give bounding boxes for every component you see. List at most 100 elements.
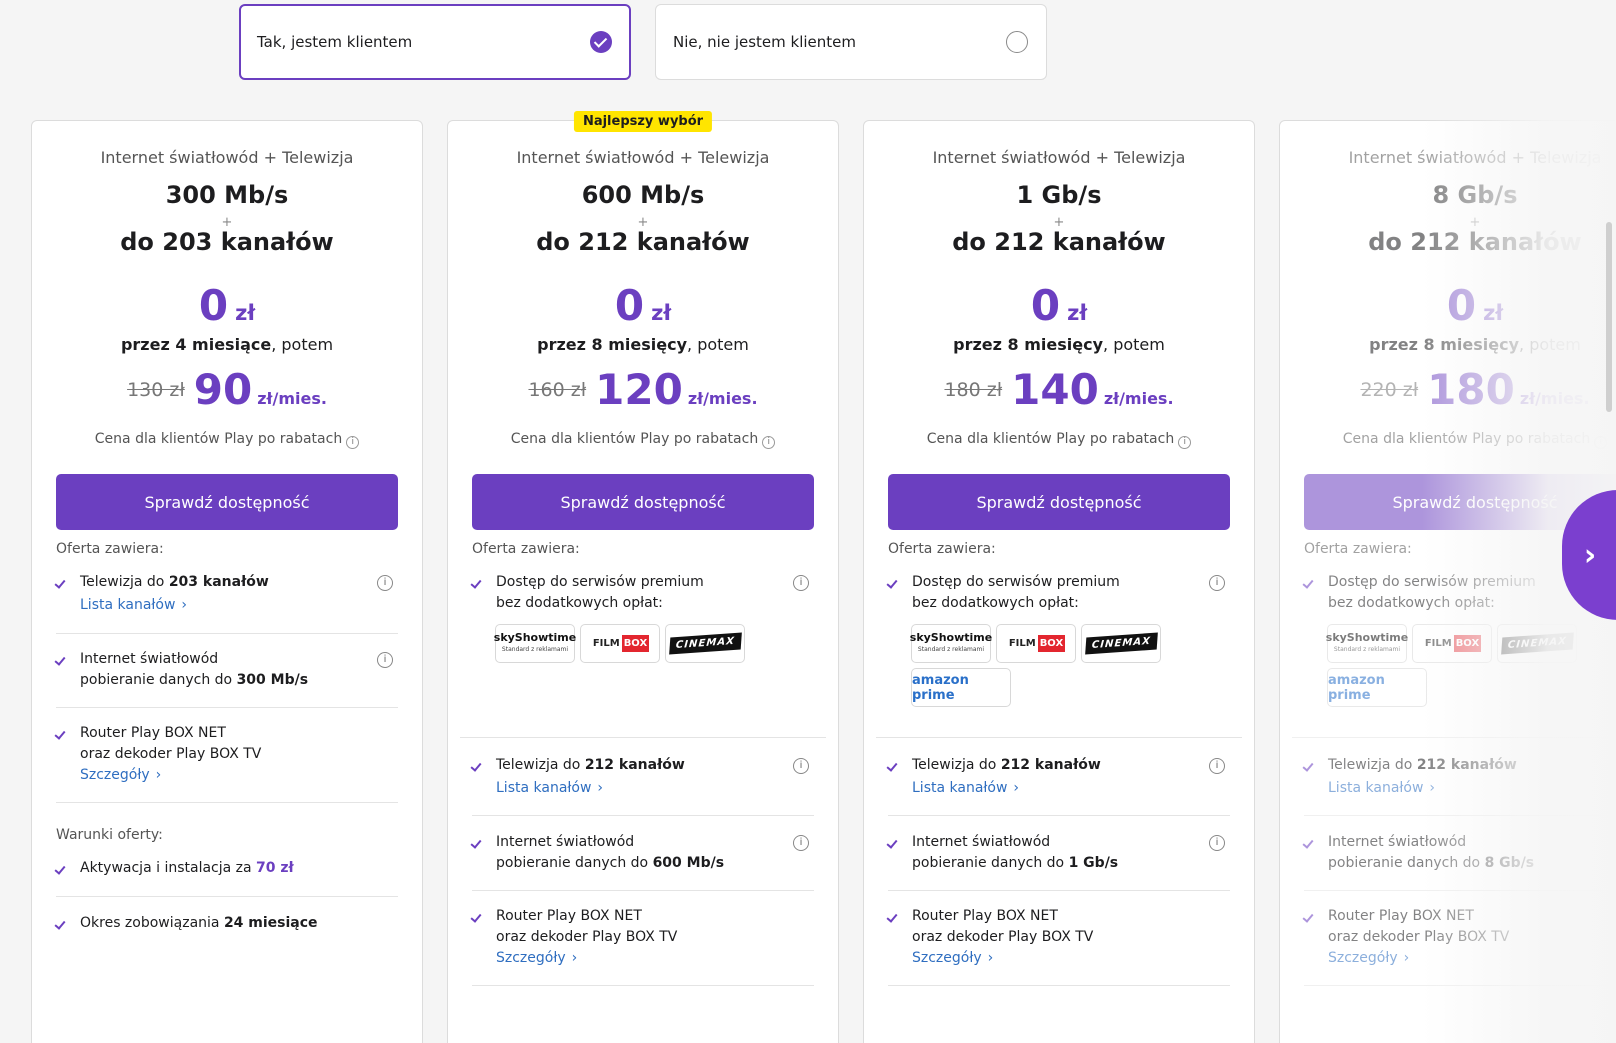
premium-line2: bez dodatkowych opłat: <box>496 595 663 611</box>
check-icon <box>886 837 898 849</box>
customer-no-option[interactable]: Nie, nie jestem klientem <box>655 4 1047 80</box>
regular-price: 180 zł 140 zł/mies. <box>864 365 1254 414</box>
promo-price-value: 0 <box>1030 281 1061 330</box>
price-unit: zł/mies. <box>1103 389 1174 408</box>
sky-logo-subtext: Standard z reklamami <box>917 645 985 653</box>
price-note: Cena dla klientów Play po rabatach i <box>864 431 1254 449</box>
check-icon <box>54 918 66 930</box>
promo-period-after: , potem <box>271 335 334 354</box>
promo-price-unit: zł <box>651 301 672 325</box>
check-icon <box>886 911 898 923</box>
sky-showtime-logo: skyShowtime Standard z reklamami <box>910 624 992 663</box>
old-price: 180 zł <box>944 379 1003 401</box>
filmbox-text-b: BOX <box>621 635 650 652</box>
promo-price-unit: zł <box>235 301 256 325</box>
offer-speed: 1 Gb/s <box>1016 181 1102 209</box>
check-icon <box>470 577 482 589</box>
check-icon <box>886 760 898 772</box>
check-icon <box>1302 837 1314 849</box>
feature-router-line1: Router Play BOX NET <box>496 908 642 924</box>
customer-yes-label: Tak, jestem klientem <box>257 33 413 51</box>
info-icon[interactable]: i <box>762 436 776 449</box>
feature-internet-prefix: pobieranie danych do <box>912 855 1069 871</box>
feature-internet-bold: 600 Mb/s <box>652 855 725 871</box>
regular-price: 220 zł 180 zł/mies. <box>1280 365 1616 414</box>
price-note: Cena dla klientów Play po rabatach i <box>448 431 838 449</box>
feature-internet-prefix: pobieranie danych do <box>80 672 237 688</box>
feature-tv-prefix: Telewizja do <box>1328 757 1417 773</box>
new-price: 90 <box>193 365 253 414</box>
info-icon[interactable]: i <box>1594 436 1608 449</box>
info-icon[interactable]: i <box>1209 758 1225 774</box>
check-icon <box>54 863 66 875</box>
check-icon <box>1302 577 1314 589</box>
check-availability-button[interactable]: Sprawdź dostępność <box>888 474 1230 530</box>
chevron-right-icon: › <box>1583 537 1597 573</box>
feature-tv-bold: 203 kanałów <box>168 574 269 590</box>
info-icon[interactable]: i <box>377 652 393 668</box>
feature-premium: Dostęp do serwisów premium bez dodatkowy… <box>470 572 814 614</box>
channel-list-link[interactable]: Lista kanałów <box>912 780 1019 796</box>
channel-list-link[interactable]: Lista kanałów <box>1328 780 1435 796</box>
details-link[interactable]: Szczegóły <box>1328 950 1409 966</box>
divider <box>472 890 814 891</box>
divider <box>56 707 398 708</box>
filmbox-logo: FILM BOX <box>1412 624 1492 663</box>
feature-router-line1: Router Play BOX NET <box>1328 908 1474 924</box>
cinemax-text: CINEMAX <box>1500 632 1574 655</box>
price-unit: zł/mies. <box>687 389 758 408</box>
details-link[interactable]: Szczegóły <box>496 950 577 966</box>
info-icon[interactable]: i <box>1178 436 1192 449</box>
feature-internet: Internet światłowód pobieranie danych do… <box>54 649 398 691</box>
info-icon[interactable]: i <box>346 436 360 449</box>
premium-logos: skyShowtime Standard z reklamami FILM BOX … <box>1326 624 1616 707</box>
info-icon[interactable]: i <box>793 758 809 774</box>
premium-line1: Dostęp do serwisów premium <box>496 574 704 590</box>
check-icon <box>470 911 482 923</box>
check-icon <box>1302 911 1314 923</box>
divider <box>1292 737 1616 738</box>
feature-router-line2: oraz dekoder Play BOX TV <box>496 929 678 945</box>
promo-period-after: , potem <box>1519 335 1581 354</box>
filmbox-text-b: BOX <box>1037 635 1066 652</box>
scrollbar-thumb[interactable] <box>1606 222 1612 412</box>
check-icon <box>886 577 898 589</box>
check-icon <box>54 728 66 740</box>
promo-price-unit: zł <box>1483 301 1504 325</box>
info-icon[interactable]: i <box>1209 835 1225 851</box>
divider <box>460 737 826 738</box>
price-note-text: Cena dla klientów Play po rabatach <box>94 431 343 447</box>
offer-speed: 300 Mb/s <box>165 181 289 209</box>
info-icon[interactable]: i <box>793 835 809 851</box>
channel-list-link[interactable]: Lista kanałów <box>496 780 603 796</box>
feature-internet-prefix: pobieranie danych do <box>1328 855 1485 871</box>
promo-price-value: 0 <box>614 281 645 330</box>
price-note-text: Cena dla klientów Play po rabatach <box>926 431 1175 447</box>
divider <box>56 896 398 897</box>
info-icon[interactable]: i <box>1209 575 1225 591</box>
feature-internet: Internet światłowód pobieranie danych do… <box>470 832 814 874</box>
feature-internet-bold: 300 Mb/s <box>236 672 309 688</box>
channel-list-link[interactable]: Lista kanałów <box>80 597 187 613</box>
feature-tv-prefix: Telewizja do <box>80 574 169 590</box>
check-availability-button[interactable]: Sprawdź dostępność <box>472 474 814 530</box>
feature-tv: Telewizja do 212 kanałów Lista kanałów <box>1302 755 1616 799</box>
details-link[interactable]: Szczegóły <box>80 767 161 783</box>
info-icon[interactable]: i <box>793 575 809 591</box>
promo-price: 0 zł <box>32 281 422 330</box>
price-note-text: Cena dla klientów Play po rabatach <box>510 431 759 447</box>
details-link[interactable]: Szczegóły <box>912 950 993 966</box>
sky-showtime-logo: skyShowtime Standard z reklamami <box>1326 624 1408 663</box>
customer-yes-option[interactable]: Tak, jestem klientem <box>239 4 631 80</box>
price-note-text: Cena dla klientów Play po rabatach <box>1342 431 1591 447</box>
divider <box>1304 890 1616 891</box>
divider <box>888 890 1230 891</box>
feature-tv-prefix: Telewizja do <box>912 757 1001 773</box>
info-icon[interactable]: i <box>377 575 393 591</box>
price-note: Cena dla klientów Play po rabatach i <box>1280 431 1616 449</box>
includes-title: Oferta zawiera: <box>472 541 580 557</box>
divider <box>888 985 1230 986</box>
check-availability-button[interactable]: Sprawdź dostępność <box>56 474 398 530</box>
promo-period-bold: przez 8 miesięcy <box>953 335 1104 354</box>
feature-internet-line1: Internet światłowód <box>80 651 219 667</box>
